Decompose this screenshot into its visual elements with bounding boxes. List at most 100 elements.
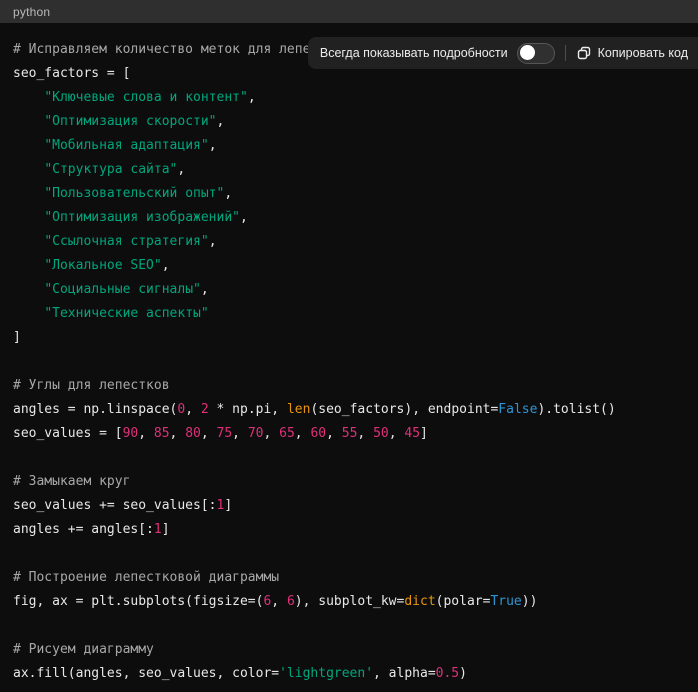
code-line: fig, ax = plt.subplots(figsize=(6, 6), s… bbox=[13, 590, 685, 614]
code-token: , bbox=[170, 426, 186, 441]
code-token: ] bbox=[13, 330, 21, 345]
code-token: True bbox=[490, 594, 521, 609]
code-token bbox=[13, 306, 44, 321]
code-token: , bbox=[224, 186, 232, 201]
code-token: # Рисуем диаграмму bbox=[13, 642, 154, 657]
code-token: * np.pi, bbox=[209, 402, 287, 417]
code-token: 85 bbox=[154, 426, 170, 441]
code-line: # Построение лепестковой диаграммы bbox=[13, 566, 685, 590]
code-line: "Структура сайта", bbox=[13, 158, 685, 182]
always-show-details-label: Всегда показывать подробности bbox=[320, 46, 508, 60]
code-token: , bbox=[209, 138, 217, 153]
code-token: # Построение лепестковой диаграммы bbox=[13, 570, 279, 585]
toolbar-divider bbox=[565, 45, 566, 61]
code-token: , bbox=[138, 426, 154, 441]
code-token bbox=[13, 114, 44, 129]
code-token: seo_values = [ bbox=[13, 426, 123, 441]
code-line: # Рисуем диаграмму bbox=[13, 638, 685, 662]
code-line: # Углы для лепестков bbox=[13, 374, 685, 398]
code-token: ] bbox=[224, 498, 232, 513]
code-line bbox=[13, 446, 685, 470]
code-line: seo_values += seo_values[:1] bbox=[13, 494, 685, 518]
code-token: , bbox=[209, 234, 217, 249]
code-token bbox=[13, 210, 44, 225]
code-token: , bbox=[357, 426, 373, 441]
always-show-details-toggle[interactable] bbox=[517, 43, 555, 64]
code-lines: # Исправляем количество меток для лепест… bbox=[13, 38, 685, 686]
code-line: "Мобильная адаптация", bbox=[13, 134, 685, 158]
copy-code-button[interactable]: Копировать код bbox=[576, 45, 688, 61]
code-token: , bbox=[295, 426, 311, 441]
code-token: (polar= bbox=[436, 594, 491, 609]
code-token: len bbox=[287, 402, 310, 417]
code-token: 90 bbox=[123, 426, 139, 441]
copy-code-label: Копировать код bbox=[598, 46, 688, 60]
code-token: ) bbox=[459, 666, 467, 681]
code-line: angles += angles[:1] bbox=[13, 518, 685, 542]
code-token: "Пользовательский опыт" bbox=[44, 186, 224, 201]
code-line bbox=[13, 542, 685, 566]
code-line: "Ссылочная стратегия", bbox=[13, 230, 685, 254]
code-token: ] bbox=[162, 522, 170, 537]
code-token: 75 bbox=[217, 426, 233, 441]
code-token: 45 bbox=[404, 426, 420, 441]
code-token: , bbox=[248, 90, 256, 105]
code-token: )) bbox=[522, 594, 538, 609]
code-token: , bbox=[232, 426, 248, 441]
code-line bbox=[13, 614, 685, 638]
code-token: # Исправляем количество меток для лепест… bbox=[13, 42, 350, 57]
code-token: , alpha= bbox=[373, 666, 436, 681]
code-token: dict bbox=[404, 594, 435, 609]
code-token: 80 bbox=[185, 426, 201, 441]
code-token: , bbox=[201, 426, 217, 441]
copy-icon bbox=[576, 45, 592, 61]
code-token: seo_values += seo_values[: bbox=[13, 498, 217, 513]
code-token: , bbox=[240, 210, 248, 225]
code-line: angles = np.linspace(0, 2 * np.pi, len(s… bbox=[13, 398, 685, 422]
code-line bbox=[13, 350, 685, 374]
code-line: "Оптимизация изображений", bbox=[13, 206, 685, 230]
code-token: "Локальное SEO" bbox=[44, 258, 161, 273]
code-line: "Локальное SEO", bbox=[13, 254, 685, 278]
code-token bbox=[13, 90, 44, 105]
code-token: seo_factors = [ bbox=[13, 66, 130, 81]
code-token: "Ссылочная стратегия" bbox=[44, 234, 208, 249]
code-token: , bbox=[271, 594, 287, 609]
code-token: , bbox=[263, 426, 279, 441]
code-token: "Технические аспекты" bbox=[44, 306, 208, 321]
code-token: "Оптимизация скорости" bbox=[44, 114, 216, 129]
code-token: 70 bbox=[248, 426, 264, 441]
code-token: "Структура сайта" bbox=[44, 162, 177, 177]
code-line: "Оптимизация скорости", bbox=[13, 110, 685, 134]
code-token: # Углы для лепестков bbox=[13, 378, 170, 393]
code-token: 50 bbox=[373, 426, 389, 441]
code-token: "Ключевые слова и контент" bbox=[44, 90, 248, 105]
code-line: "Технические аспекты" bbox=[13, 302, 685, 326]
code-toolbar: Всегда показывать подробности Копировать… bbox=[308, 37, 698, 69]
code-token: 55 bbox=[342, 426, 358, 441]
code-line: "Ключевые слова и контент", bbox=[13, 86, 685, 110]
code-line: ] bbox=[13, 326, 685, 350]
code-block: # Исправляем количество меток для лепест… bbox=[0, 23, 698, 692]
code-token: 65 bbox=[279, 426, 295, 441]
code-token: ).tolist() bbox=[537, 402, 615, 417]
code-token: "Социальные сигналы" bbox=[44, 282, 201, 297]
code-language-label: python bbox=[13, 5, 50, 19]
code-token: 'lightgreen' bbox=[279, 666, 373, 681]
code-token: ), subplot_kw= bbox=[295, 594, 405, 609]
code-token: angles = np.linspace( bbox=[13, 402, 177, 417]
code-token bbox=[13, 234, 44, 249]
code-token: , bbox=[185, 402, 201, 417]
code-token: 60 bbox=[310, 426, 326, 441]
code-token: , bbox=[217, 114, 225, 129]
code-token: 6 bbox=[287, 594, 295, 609]
code-block-header: python bbox=[0, 0, 698, 23]
code-token: 2 bbox=[201, 402, 209, 417]
code-token: ax.fill(angles, seo_values, color= bbox=[13, 666, 279, 681]
code-token: , bbox=[201, 282, 209, 297]
code-block-window: python # Исправляем количество меток для… bbox=[0, 0, 698, 692]
code-token: (seo_factors), endpoint= bbox=[310, 402, 498, 417]
code-token: ] bbox=[420, 426, 428, 441]
code-token bbox=[13, 186, 44, 201]
code-token: 0.5 bbox=[436, 666, 459, 681]
